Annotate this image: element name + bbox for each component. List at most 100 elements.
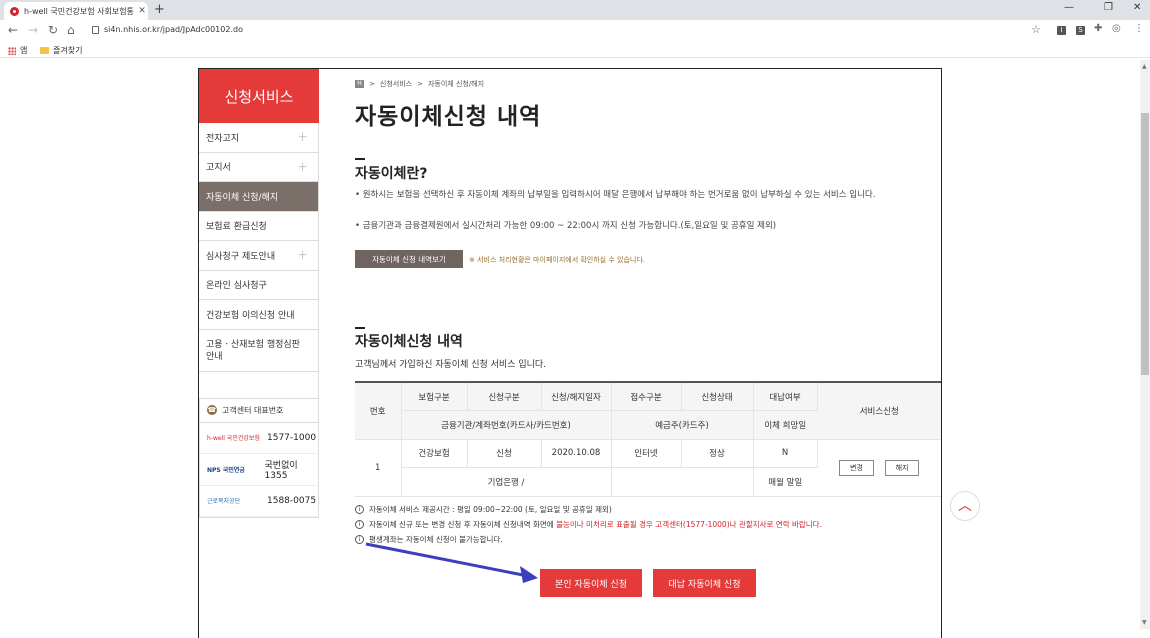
service-actions: 변경 해지	[817, 439, 941, 497]
annotation-arrow-icon	[365, 542, 538, 583]
nhis-logo: h-well 국민건강보험	[207, 435, 260, 443]
browser-tab-bar: h-well 국민건강보험 사회보험통 ✕ + — ❐ ✕	[0, 0, 1150, 20]
maximize-icon[interactable]: ❐	[1104, 2, 1113, 13]
sidebar-item-label: 고용ㆍ산재보험 행정심판안내	[206, 340, 300, 362]
section-subtitle: 고객님께서 가입하신 자동이체 신청 서비스 입니다.	[355, 360, 547, 370]
sidebar-item-label: 고지서	[206, 163, 231, 174]
breadcrumb: H > 신청서비스 > 자동이체 신청/해지	[355, 78, 941, 90]
browser-tab[interactable]: h-well 국민건강보험 사회보험통 ✕	[4, 2, 148, 20]
extension-s-icon[interactable]: S	[1076, 26, 1085, 35]
notice-text: 자동이체 신규 또는 변경 신청 후 자동이체 신청내역 화면에 불능이나 미처…	[369, 520, 822, 529]
col-header: 예금주(카드주)	[611, 410, 754, 440]
notice-line: i 자동이체 서비스 제공시간 : 평일 09:00~22:00 (토, 일요일…	[355, 504, 612, 515]
new-tab-icon[interactable]: +	[154, 2, 165, 17]
main-content: H > 신청서비스 > 자동이체 신청/해지 자동이체신청 내역 자동이체란? …	[355, 78, 941, 597]
col-header: 대납여부	[753, 381, 818, 411]
contact-row: 근로복지공단 1588-0075	[200, 486, 318, 517]
sidebar-item-e-notice[interactable]: 전자고지 +	[199, 123, 319, 153]
col-header: 이체 희망일	[753, 410, 817, 440]
tab-title: h-well 국민건강보험 사회보험통	[24, 6, 134, 16]
back-icon[interactable]: ←	[8, 23, 18, 37]
sidebar-item-label: 전자고지	[206, 133, 240, 144]
sidebar-item-label: 온라인 심사청구	[206, 281, 267, 292]
sidebar-item-auto-transfer[interactable]: 자동이체 신청/해지	[199, 182, 319, 212]
breadcrumb-level1[interactable]: 신청서비스	[380, 79, 412, 89]
address-bar[interactable]: si4n.nhis.or.kr/jpad/JpAdc00102.do	[104, 25, 243, 34]
contact-phone: 1577-1000	[267, 432, 317, 443]
sidebar-item-review-guide[interactable]: 심사청구 제도안내 +	[199, 241, 319, 271]
table-header-row: 번호 보험구분 신청구분 신청/해지일자 접수구분 신청상태 대납여부 서비스신…	[355, 381, 941, 440]
menu-icon[interactable]: ⋮	[1134, 23, 1144, 34]
sidebar-item-label: 보험료 환급신청	[206, 222, 267, 233]
bookmark-star-icon[interactable]: ☆	[1031, 23, 1041, 36]
contact-center-title: 고객센터 대표번호	[222, 405, 284, 415]
apps-grid-icon	[8, 46, 16, 55]
page-title: 자동이체신청 내역	[355, 104, 542, 130]
col-header: 보험구분	[401, 381, 468, 411]
site-favicon-icon	[10, 6, 19, 16]
cell-insurance: 건강보험	[401, 439, 468, 468]
breadcrumb-level2[interactable]: 자동이체 신청/해지	[428, 79, 484, 89]
bookmark-apps[interactable]: 앱	[8, 45, 27, 56]
contact-row: NPS 국민연금 국번없이1355	[200, 454, 318, 486]
bookmark-apps-label: 앱	[20, 46, 28, 55]
col-header: 금융기관/계좌번호(카드사/카드번호)	[401, 410, 612, 440]
scroll-top-button[interactable]: ︿	[950, 491, 980, 521]
home-breadcrumb-icon[interactable]: H	[355, 80, 364, 88]
history-button[interactable]: 자동이체 신청 내역보기	[355, 250, 463, 268]
sidebar: 신청서비스 전자고지 + 고지서 + 자동이체 신청/해지 보험료 환급신청 심사청…	[199, 69, 319, 518]
sidebar-item-bill[interactable]: 고지서 +	[199, 152, 319, 182]
transfer-table: 번호 보험구분 신청구분 신청/해지일자 접수구분 신청상태 대납여부 서비스신…	[355, 381, 941, 497]
contact-center: ☎ 고객센터 대표번호 h-well 국민건강보험 1577-1000 NPS …	[199, 397, 319, 518]
expand-plus-icon[interactable]: +	[297, 248, 308, 263]
scroll-down-icon[interactable]: ▼	[1142, 619, 1147, 626]
expand-plus-icon[interactable]: +	[297, 130, 308, 145]
home-icon[interactable]: ⌂	[67, 23, 75, 37]
tab-close-icon[interactable]: ✕	[136, 6, 148, 16]
sidebar-item-label: 심사청구 제도안내	[206, 251, 276, 262]
expand-plus-icon[interactable]: +	[297, 160, 308, 175]
info-icon: i	[355, 520, 364, 529]
section-title-what-is: 자동이체란?	[355, 166, 428, 182]
sidebar-item-objection[interactable]: 건강보험 이의신청 안내	[199, 300, 319, 330]
scroll-up-icon[interactable]: ▲	[1142, 63, 1147, 70]
cancel-button[interactable]: 해지	[884, 459, 920, 476]
cell-transfer-day: 매월 말일	[753, 467, 817, 497]
change-button[interactable]: 변경	[839, 459, 874, 476]
cell-date: 2020.10.08	[541, 439, 612, 468]
row-number: 1	[355, 439, 402, 497]
lock-icon	[92, 26, 99, 34]
history-note: ※ 서비스 처리현황은 마이페이지에서 확인하실 수 있습니다.	[469, 256, 646, 264]
puzzle-icon[interactable]: ✚	[1094, 23, 1102, 34]
folder-icon	[40, 47, 49, 54]
scrollbar-thumb[interactable]	[1141, 113, 1149, 375]
phone-icon: ☎	[207, 405, 217, 415]
reload-icon[interactable]: ↻	[48, 23, 58, 37]
page-scrollbar[interactable]: ▲ ▼	[1140, 60, 1150, 629]
sidebar-item-label: 건강보험 이의신청 안내	[206, 310, 295, 321]
contact-row: h-well 국민건강보험 1577-1000	[200, 423, 318, 454]
sidebar-item-refund[interactable]: 보험료 환급신청	[199, 211, 319, 241]
sidebar-item-online-review[interactable]: 온라인 심사청구	[199, 270, 319, 300]
extension-icon[interactable]: I	[1057, 26, 1066, 35]
col-header: 신청상태	[681, 381, 754, 411]
notice-text: 자동이체 서비스 제공시간 : 평일 09:00~22:00 (토, 일요일 및…	[369, 505, 612, 514]
proxy-auto-transfer-button[interactable]: 대납 자동이체 신청	[653, 569, 756, 597]
notice-line: i 자동이체 신규 또는 변경 신청 후 자동이체 신청내역 화면에 불능이나 …	[355, 519, 822, 530]
bookmark-favorites-label: 즐겨찾기	[53, 46, 83, 55]
col-header: 서비스신청	[817, 381, 941, 440]
profile-icon[interactable]: ◎	[1112, 23, 1121, 34]
col-header: 신청/해지일자	[541, 381, 612, 411]
nps-logo: NPS 국민연금	[207, 466, 245, 474]
self-auto-transfer-button[interactable]: 본인 자동이체 신청	[540, 569, 642, 597]
sidebar-item-admin-appeal[interactable]: 고용ㆍ산재보험 행정심판안내	[199, 329, 319, 372]
forward-icon[interactable]: →	[28, 23, 38, 37]
bookmark-favorites[interactable]: 즐겨찾기	[40, 45, 82, 56]
info-bullet: • 원하시는 보험을 선택하신 후 자동이체 계좌의 납부일을 입력하시어 매달…	[355, 190, 876, 200]
browser-toolbar: ← → ↻ ⌂ si4n.nhis.or.kr/jpad/JpAdc00102.…	[0, 20, 1150, 42]
col-header: 접수구분	[611, 381, 682, 411]
info-bullet: • 금융기관과 금융결제원에서 실시간처리 가능한 09:00 ~ 22:00시…	[355, 221, 777, 231]
minimize-icon[interactable]: —	[1064, 2, 1074, 13]
window-close-icon[interactable]: ✕	[1133, 2, 1141, 13]
section-title-history: 자동이체신청 내역	[355, 334, 463, 350]
